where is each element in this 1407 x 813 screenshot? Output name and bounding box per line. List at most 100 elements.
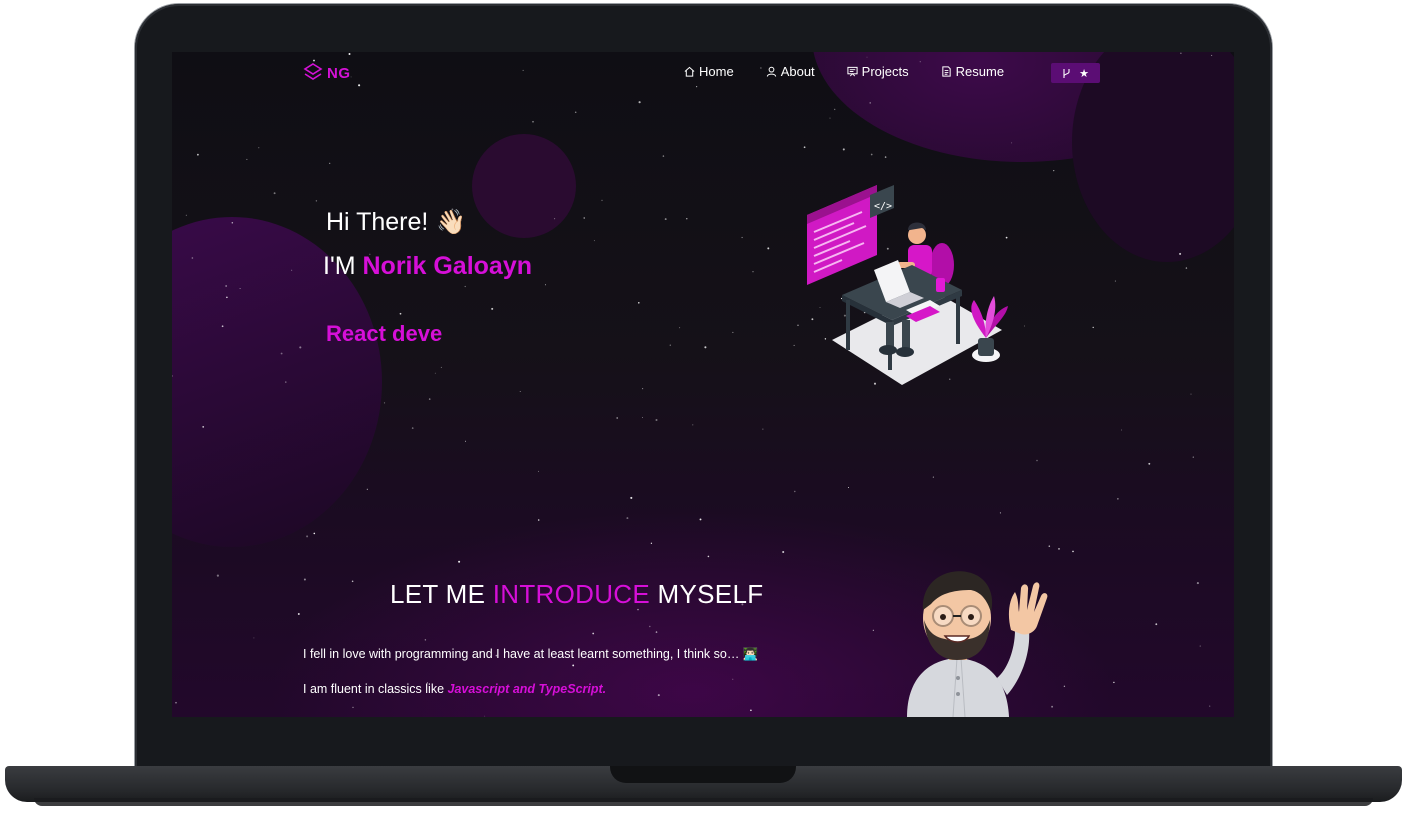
intro-title-part: MYSELF <box>650 579 764 609</box>
star-dot <box>358 84 361 87</box>
star-dot <box>197 153 199 156</box>
star-dot <box>847 486 850 489</box>
star-dot <box>1117 498 1119 500</box>
star-dot <box>1036 459 1038 462</box>
intro-paragraph-2: I am fluent in classics like Javascript … <box>303 682 606 696</box>
star-dot <box>411 427 414 429</box>
star-dot <box>299 346 302 349</box>
waving-avatar <box>907 571 1048 717</box>
star-dot <box>793 344 795 346</box>
home-icon <box>684 66 695 77</box>
nav-about[interactable]: About <box>766 64 815 79</box>
star-dot <box>593 240 595 242</box>
nav-resume-label: Resume <box>955 64 1005 79</box>
star-dot <box>696 86 698 88</box>
star-dot <box>741 236 743 239</box>
star-dot <box>383 402 386 404</box>
star-dot <box>1011 142 1013 144</box>
star-dot <box>273 192 276 195</box>
star-dot <box>750 709 752 712</box>
nav-projects[interactable]: Projects <box>847 64 909 79</box>
star-dot <box>554 218 556 220</box>
star-dot <box>1058 548 1060 550</box>
greeting-text: Hi There! <box>326 208 429 236</box>
star-dot <box>842 148 845 151</box>
star-dot <box>351 580 354 583</box>
star-dot <box>1072 550 1074 553</box>
star-dot <box>592 632 595 635</box>
star-dot <box>399 312 402 315</box>
hero-name-line: I'M Norik Galoayn <box>323 252 532 281</box>
star-dot <box>692 424 694 426</box>
star-dot <box>1196 582 1199 585</box>
projects-icon <box>847 66 858 77</box>
star-dot <box>1048 545 1051 547</box>
star-dot <box>752 271 754 273</box>
star-dot <box>225 285 227 287</box>
star-dot <box>1114 280 1116 282</box>
svg-text:</>: </> <box>874 201 892 212</box>
star-dot <box>732 678 734 680</box>
star-dot <box>704 346 707 349</box>
star-dot <box>231 222 234 224</box>
star-dot <box>522 69 524 71</box>
star-dot <box>185 214 187 216</box>
star-dot <box>258 147 260 149</box>
star-dot <box>630 496 633 499</box>
star-dot <box>458 560 461 563</box>
star-dot <box>424 639 427 641</box>
star-dot <box>679 327 681 329</box>
star-dot <box>657 694 660 697</box>
star-dot <box>1179 252 1182 255</box>
nav-home[interactable]: Home <box>684 64 734 79</box>
user-icon <box>766 66 776 77</box>
star-dot <box>829 117 831 119</box>
star-dot <box>803 146 806 149</box>
star-dot <box>919 61 921 63</box>
star-dot <box>1023 325 1025 327</box>
star-dot <box>315 200 318 202</box>
star-dot <box>686 218 688 220</box>
nav-bar: Home About Projects Resume <box>684 64 1004 79</box>
github-fork-button[interactable]: ★ <box>1051 63 1100 83</box>
star-icon: ★ <box>1079 67 1089 80</box>
star-dot <box>794 490 796 493</box>
star-dot <box>626 517 629 520</box>
wave-emoji: 👋🏻 <box>436 208 467 236</box>
nav-resume[interactable]: Resume <box>941 64 1004 79</box>
star-dot <box>519 390 521 392</box>
star-dot <box>699 518 702 521</box>
star-dot <box>221 325 224 328</box>
website-screen: NG Home About Projects Resume ★ Hi There… <box>172 52 1234 717</box>
star-dot <box>464 285 466 288</box>
star-dot <box>1185 267 1188 269</box>
star-dot <box>1209 705 1211 707</box>
star-dot <box>366 488 368 490</box>
laptop-foot <box>34 798 1373 806</box>
star-dot <box>545 284 546 286</box>
star-dot <box>313 532 316 535</box>
star-dot <box>191 257 194 259</box>
star-dot <box>280 352 283 355</box>
star-dot <box>574 111 577 113</box>
star-dot <box>350 76 352 78</box>
site-logo[interactable]: NG <box>303 62 351 84</box>
nav-home-label: Home <box>699 64 734 79</box>
star-dot <box>732 331 734 333</box>
star-dot <box>537 519 540 521</box>
star-dot <box>1192 456 1194 458</box>
star-dot <box>872 629 874 631</box>
fork-icon <box>1063 68 1070 78</box>
star-dot <box>285 381 287 383</box>
star-dot <box>664 218 667 221</box>
star-dot <box>655 418 658 422</box>
star-dot <box>782 550 785 554</box>
hero-greeting: Hi There! 👋🏻 <box>326 208 466 237</box>
star-dot <box>484 715 486 717</box>
star-dot <box>216 574 219 577</box>
star-dot <box>662 155 665 157</box>
star-dot <box>834 108 836 111</box>
nav-about-label: About <box>780 64 815 79</box>
star-dot <box>538 470 539 472</box>
star-dot <box>352 706 354 709</box>
